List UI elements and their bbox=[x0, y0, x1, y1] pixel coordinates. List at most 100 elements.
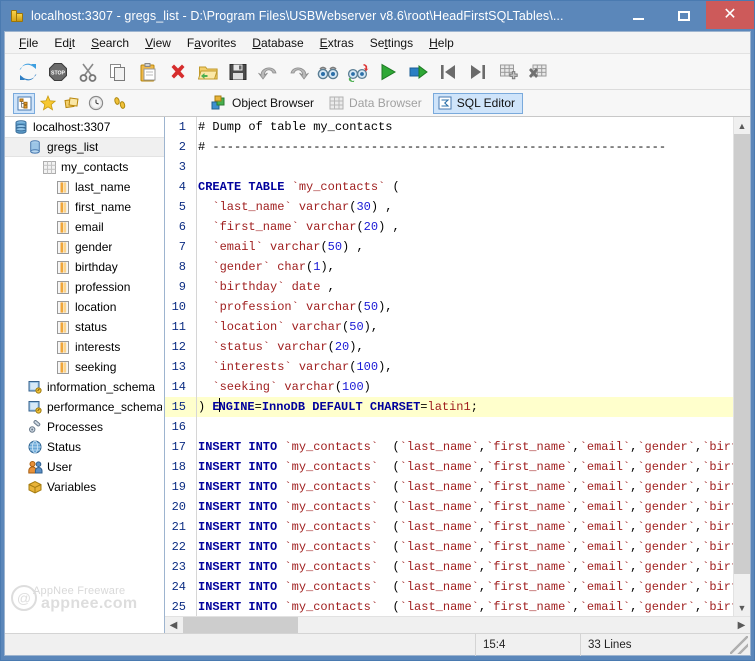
save-icon[interactable] bbox=[223, 57, 253, 87]
code-line[interactable]: 10 `profession` varchar(50), bbox=[165, 297, 733, 317]
maximize-button[interactable] bbox=[661, 3, 706, 30]
find-icon[interactable] bbox=[313, 57, 343, 87]
tree-item-label: seeking bbox=[75, 360, 117, 374]
code-line[interactable]: 25 INSERT INTO `my_contacts` (`last_name`… bbox=[165, 597, 733, 616]
drop-table-icon[interactable] bbox=[523, 57, 553, 87]
scroll-up-arrow-icon[interactable]: ▲ bbox=[734, 117, 750, 134]
code-line[interactable]: 5 `last_name` varchar(30) , bbox=[165, 197, 733, 217]
history-stack-icon[interactable] bbox=[61, 93, 83, 114]
tab-sql-editor[interactable]: SQL Editor bbox=[432, 92, 523, 114]
menu-database[interactable]: Database bbox=[244, 34, 311, 52]
tab-data-browser[interactable]: Data Browser bbox=[325, 93, 429, 114]
menu-search[interactable]: Search bbox=[83, 34, 137, 52]
code-token: `gender` bbox=[637, 580, 695, 594]
watermark-at-icon: @ bbox=[11, 585, 37, 611]
tree-item-performance-schema[interactable]: performance_schema bbox=[5, 397, 164, 417]
tree-item-gregs-list[interactable]: gregs_list bbox=[5, 137, 164, 157]
code-line[interactable]: 22 INSERT INTO `my_contacts` (`last_name`… bbox=[165, 537, 733, 557]
tree-item-gender[interactable]: gender bbox=[5, 237, 164, 257]
copy-icon[interactable] bbox=[103, 57, 133, 87]
find-replace-icon[interactable] bbox=[343, 57, 373, 87]
tree-item-status[interactable]: status bbox=[5, 317, 164, 337]
code-line[interactable]: 1 # Dump of table my_contacts bbox=[165, 117, 733, 137]
tree-item-birthday[interactable]: birthday bbox=[5, 257, 164, 277]
code-line[interactable]: 21 INSERT INTO `my_contacts` (`last_name`… bbox=[165, 517, 733, 537]
tree-item-status[interactable]: Status bbox=[5, 437, 164, 457]
add-table-icon[interactable] bbox=[493, 57, 523, 87]
tree-item-first-name[interactable]: first_name bbox=[5, 197, 164, 217]
code-line[interactable]: 13 `interests` varchar(100), bbox=[165, 357, 733, 377]
clock-icon[interactable] bbox=[85, 93, 107, 114]
code-line[interactable]: 8 `gender` char(1), bbox=[165, 257, 733, 277]
code-line[interactable]: 11 `location` varchar(50), bbox=[165, 317, 733, 337]
scroll-left-arrow-icon[interactable]: ◀ bbox=[165, 617, 182, 633]
resize-grip-icon[interactable] bbox=[730, 635, 748, 654]
object-tree-icon[interactable] bbox=[13, 92, 35, 114]
code-token: `location` bbox=[198, 320, 292, 334]
horizontal-scroll-thumb[interactable] bbox=[183, 617, 298, 633]
tree-item-processes[interactable]: Processes bbox=[5, 417, 164, 437]
code-line[interactable]: 14 `seeking` varchar(100) bbox=[165, 377, 733, 397]
code-line[interactable]: 15) ENGINE=InnoDB DEFAULT CHARSET=latin1… bbox=[165, 397, 733, 417]
tree-item-interests[interactable]: interests bbox=[5, 337, 164, 357]
refresh-icon[interactable] bbox=[13, 57, 43, 87]
menu-help[interactable]: Help bbox=[421, 34, 462, 52]
code-line[interactable]: 20 INSERT INTO `my_contacts` (`last_name`… bbox=[165, 497, 733, 517]
tree-item-email[interactable]: email bbox=[5, 217, 164, 237]
sql-icon bbox=[438, 96, 452, 110]
favorites-star-icon[interactable] bbox=[37, 93, 59, 114]
code-token: ( bbox=[378, 580, 400, 594]
menu-edit[interactable]: Edit bbox=[46, 34, 83, 52]
redo-icon[interactable] bbox=[283, 57, 313, 87]
tree-item-profession[interactable]: profession bbox=[5, 277, 164, 297]
tree-item-information-schema[interactable]: information_schema bbox=[5, 377, 164, 397]
last-record-icon[interactable] bbox=[463, 57, 493, 87]
tree-item-location[interactable]: location bbox=[5, 297, 164, 317]
editor-vertical-scrollbar[interactable]: ▲ ▼ bbox=[733, 117, 750, 616]
tree-item-localhost-3307[interactable]: localhost:3307 bbox=[5, 117, 164, 137]
undo-icon[interactable] bbox=[253, 57, 283, 87]
code-line[interactable]: 24 INSERT INTO `my_contacts` (`last_name`… bbox=[165, 577, 733, 597]
object-tree-panel[interactable]: localhost:3307 gregs_list my_contacts last_… bbox=[5, 117, 165, 633]
cut-icon[interactable] bbox=[73, 57, 103, 87]
tree-item-variables[interactable]: Variables bbox=[5, 477, 164, 497]
vertical-scroll-thumb[interactable] bbox=[734, 134, 750, 574]
tree-item-seeking[interactable]: seeking bbox=[5, 357, 164, 377]
tree-item-last-name[interactable]: last_name bbox=[5, 177, 164, 197]
execute-query-icon[interactable] bbox=[373, 57, 403, 87]
code-line[interactable]: 17 INSERT INTO `my_contacts` (`last_name`… bbox=[165, 437, 733, 457]
sql-code-area[interactable]: 1 # Dump of table my_contacts 2 # ---------… bbox=[165, 117, 733, 616]
tab-object-browser[interactable]: Object Browser bbox=[207, 93, 321, 114]
menu-favorites[interactable]: Favorites bbox=[179, 34, 244, 52]
menu-extras[interactable]: Extras bbox=[312, 34, 362, 52]
code-line[interactable]: 19 INSERT INTO `my_contacts` (`last_name`… bbox=[165, 477, 733, 497]
code-line[interactable]: 23 INSERT INTO `my_contacts` (`last_name`… bbox=[165, 557, 733, 577]
stop-icon[interactable]: STOP bbox=[43, 57, 73, 87]
delete-icon[interactable] bbox=[163, 57, 193, 87]
editor-horizontal-scrollbar[interactable]: ◀ ▶ bbox=[165, 616, 750, 633]
code-line[interactable]: 6 `first_name` varchar(20) , bbox=[165, 217, 733, 237]
scroll-right-arrow-icon[interactable]: ▶ bbox=[733, 617, 750, 633]
tree-item-my-contacts[interactable]: my_contacts bbox=[5, 157, 164, 177]
code-line[interactable]: 7 `email` varchar(50) , bbox=[165, 237, 733, 257]
code-line[interactable]: 12 `status` varchar(20), bbox=[165, 337, 733, 357]
paste-icon[interactable] bbox=[133, 57, 163, 87]
code-line[interactable]: 16 bbox=[165, 417, 733, 437]
menu-settings[interactable]: Settings bbox=[362, 34, 421, 52]
code-line[interactable]: 9 `birthday` date , bbox=[165, 277, 733, 297]
code-line[interactable]: 18 INSERT INTO `my_contacts` (`last_name`… bbox=[165, 457, 733, 477]
open-folder-icon[interactable] bbox=[193, 57, 223, 87]
menu-view[interactable]: View bbox=[137, 34, 179, 52]
code-line[interactable]: 4 CREATE TABLE `my_contacts` ( bbox=[165, 177, 733, 197]
close-button[interactable]: ✕ bbox=[706, 1, 754, 29]
minimize-button[interactable] bbox=[616, 3, 661, 30]
footsteps-icon[interactable] bbox=[109, 93, 131, 114]
first-record-icon[interactable] bbox=[433, 57, 463, 87]
execute-current-icon[interactable] bbox=[403, 57, 433, 87]
code-line[interactable]: 3 bbox=[165, 157, 733, 177]
menu-file[interactable]: File bbox=[11, 34, 46, 52]
tree-item-user[interactable]: User bbox=[5, 457, 164, 477]
code-line[interactable]: 2 # -------------------------------------… bbox=[165, 137, 733, 157]
scroll-down-arrow-icon[interactable]: ▼ bbox=[734, 599, 750, 616]
